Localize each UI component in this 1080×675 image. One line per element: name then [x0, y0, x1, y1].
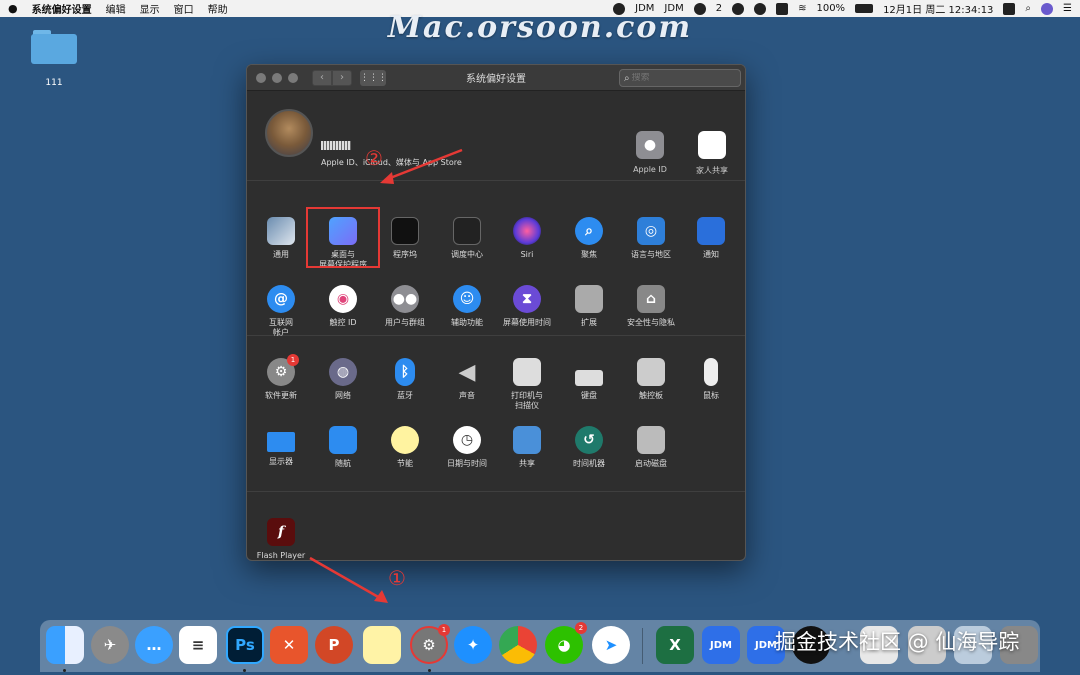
- reminders-icon[interactable]: ≡: [179, 626, 217, 664]
- running-indicator: [428, 669, 431, 672]
- notes-icon[interactable]: [363, 626, 401, 664]
- wechat-icon[interactable]: ◕ 2: [545, 622, 587, 664]
- powerpoint-icon[interactable]: P: [315, 626, 353, 664]
- annotation-arrow-2: [384, 148, 463, 182]
- annotation-arrow-1: [309, 556, 381, 600]
- feishu-icon[interactable]: ➤: [592, 626, 630, 664]
- photoshop-icon[interactable]: Ps: [226, 626, 264, 664]
- xmind-icon[interactable]: ✕: [270, 626, 308, 664]
- excel-icon[interactable]: X: [656, 626, 694, 664]
- chrome-icon[interactable]: [499, 626, 537, 664]
- system-preferences-dock-icon[interactable]: ⚙ 1: [410, 624, 450, 664]
- sysprefs-dock-badge: 1: [438, 624, 450, 636]
- launchpad-icon[interactable]: ✈: [91, 626, 129, 664]
- dock-separator: [642, 628, 643, 664]
- source-watermark: 掘金技术社区 @ 仙海导踪: [775, 630, 1020, 654]
- annotation-number-1: ①: [388, 566, 406, 590]
- jdm-dock-icon-1[interactable]: JDM: [702, 626, 740, 664]
- wechat-dock-badge: 2: [575, 622, 587, 634]
- running-indicator: [63, 669, 66, 672]
- finder-icon[interactable]: [46, 626, 84, 664]
- safari-icon[interactable]: ✦: [454, 626, 492, 664]
- running-indicator: [243, 669, 246, 672]
- annotation-arrowhead-2: [380, 172, 394, 184]
- messages-icon[interactable]: …: [135, 626, 173, 664]
- annotation-arrows: [309, 148, 463, 603]
